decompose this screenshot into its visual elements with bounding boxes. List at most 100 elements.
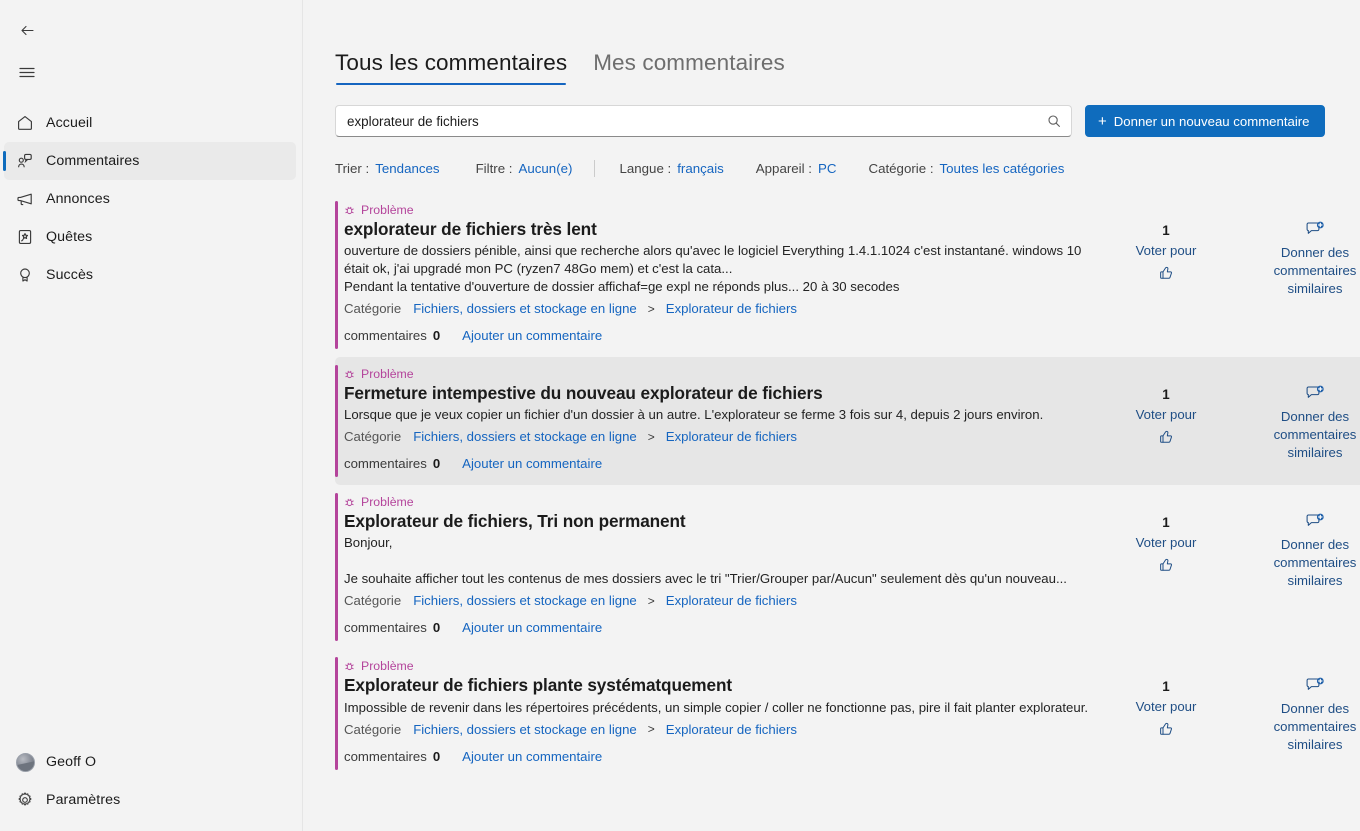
filter-sort: Trier : Tendances [335,161,440,176]
problem-accent-bar [335,201,338,350]
category-label: Catégorie [344,301,402,317]
vote-button[interactable]: 1 Voter pour [1113,385,1219,471]
feedback-card[interactable]: Problème Explorateur de fichiers plante … [335,649,1360,777]
feedback-card-actions: 1 Voter pour Donner des commentaires sim… [1095,203,1360,343]
comment-count-value: 0 [432,620,441,636]
tab-label: Mes commentaires [593,50,785,75]
category-primary-link[interactable]: Fichiers, dossiers et stockage en ligne [413,593,637,608]
filter-sort-value[interactable]: Tendances [375,161,439,176]
feedback-card[interactable]: Problème Explorateur de fichiers, Tri no… [335,485,1360,649]
vote-label: Voter pour [1135,699,1197,715]
similar-feedback-label: Donner des commentaires similaires [1273,537,1357,588]
category-primary-link[interactable]: Fichiers, dossiers et stockage en ligne [413,301,637,316]
add-comment-link[interactable]: Ajouter un commentaire [462,620,602,635]
new-feedback-button[interactable]: + Donner un nouveau commentaire [1085,105,1325,137]
filter-category-value[interactable]: Toutes les catégories [940,161,1065,176]
feedback-card[interactable]: Problème Fermeture intempestive du nouve… [335,357,1360,486]
vote-button[interactable]: 1 Voter pour [1113,221,1219,343]
sidebar-item-quetes[interactable]: Quêtes [4,218,296,256]
sidebar-item-commentaires[interactable]: Commentaires [3,142,296,180]
category-label: Catégorie [344,593,402,609]
comment-count: commentaires 0 [344,328,440,343]
back-button[interactable] [7,12,47,48]
feedback-card[interactable]: Problème explorateur de fichiers très le… [335,193,1360,357]
sidebar-item-accueil[interactable]: Accueil [4,104,296,142]
feedback-category-row: Catégorie Fichiers, dossiers et stockage… [344,429,1095,444]
menu-toggle-button[interactable] [7,54,47,90]
comment-count: commentaires 0 [344,456,440,471]
feedback-category-row: Catégorie Fichiers, dossiers et stockage… [344,301,1095,316]
feedback-card-actions: 1 Voter pour Donner des commentaires sim… [1095,659,1360,763]
vote-count: 1 [1162,515,1170,531]
category-primary-link[interactable]: Fichiers, dossiers et stockage en ligne [413,429,637,444]
feedback-category-row: Catégorie Fichiers, dossiers et stockage… [344,593,1095,608]
similar-feedback-button[interactable]: Donner des commentaires similaires [1259,385,1360,471]
add-comment-link[interactable]: Ajouter un commentaire [462,749,602,764]
bug-icon [344,661,355,672]
add-comment-link[interactable]: Ajouter un commentaire [462,456,602,471]
add-comment-link[interactable]: Ajouter un commentaire [462,328,602,343]
feedback-comments-row: commentaires 0 Ajouter un commentaire [344,749,1095,764]
comment-plus-icon [1305,385,1325,403]
sidebar-item-annonces[interactable]: Annonces [4,180,296,218]
filter-filter-label: Filtre : [475,161,513,176]
feedback-card-body: Problème Explorateur de fichiers, Tri no… [335,495,1095,635]
filter-filter-value[interactable]: Aucun(e) [519,161,573,176]
sidebar-item-succes[interactable]: Succès [4,256,296,294]
filter-language-value[interactable]: français [677,161,724,176]
new-feedback-label: Donner un nouveau commentaire [1113,113,1310,129]
comment-count-value: 0 [432,328,441,344]
sidebar-item-account[interactable]: Geoff O [4,743,296,781]
feedback-category-row: Catégorie Fichiers, dossiers et stockage… [344,722,1095,737]
achievement-badge-icon [16,266,46,284]
status-badge-label: Problème [361,203,414,217]
feedback-title[interactable]: Explorateur de fichiers, Tri non permane… [344,510,1095,533]
category-secondary-link[interactable]: Explorateur de fichiers [666,722,797,737]
search-box[interactable] [335,105,1072,137]
bug-icon [344,205,355,216]
category-secondary-link[interactable]: Explorateur de fichiers [666,429,797,444]
hamburger-icon [19,66,35,78]
filter-category-label: Catégorie : [868,161,934,176]
category-separator: > [647,429,655,444]
feedback-title[interactable]: explorateur de fichiers très lent [344,218,1095,241]
sidebar-item-parametres[interactable]: Paramètres [4,781,296,819]
category-secondary-link[interactable]: Explorateur de fichiers [666,593,797,608]
feedback-description: ouverture de dossiers pénible, ainsi que… [344,243,1082,295]
comment-count: commentaires 0 [344,749,440,764]
vote-label: Voter pour [1135,407,1197,423]
feedback-description: Impossible de revenir dans les répertoir… [344,699,1089,715]
status-badge: Problème [344,659,1095,673]
similar-feedback-button[interactable]: Donner des commentaires similaires [1259,677,1360,763]
sidebar-item-label: Quêtes [46,229,93,245]
vote-button[interactable]: 1 Voter pour [1113,677,1219,763]
status-badge-label: Problème [361,367,414,382]
sidebar-nav: Accueil Commentaires Annonces Quêtes Suc… [0,104,302,294]
sidebar-item-label: Accueil [46,115,93,131]
feedback-title[interactable]: Explorateur de fichiers plante systématq… [344,674,1095,697]
feedback-title[interactable]: Fermeture intempestive du nouveau explor… [344,382,1095,405]
category-primary-link[interactable]: Fichiers, dossiers et stockage en ligne [413,722,637,737]
feedback-comments-row: commentaires 0 Ajouter un commentaire [344,328,1095,343]
tab-tous-les-commentaires[interactable]: Tous les commentaires [335,50,567,85]
status-badge-label: Problème [361,495,414,510]
feedback-card-actions: 1 Voter pour Donner des commentaires sim… [1095,367,1360,471]
sidebar-bottom: Geoff O Paramètres [0,743,302,831]
filter-language: Langue : français [619,161,723,176]
feedback-card-body: Problème Fermeture intempestive du nouve… [335,367,1095,471]
home-icon [16,114,46,132]
tab-mes-commentaires[interactable]: Mes commentaires [593,50,785,85]
search-input[interactable] [347,113,1047,129]
filter-device-value[interactable]: PC [818,161,836,176]
app-root: Accueil Commentaires Annonces Quêtes Suc… [0,0,1360,831]
status-badge-label: Problème [361,659,414,674]
similar-feedback-label: Donner des commentaires similaires [1273,701,1357,752]
tab-label: Tous les commentaires [335,50,568,75]
vote-button[interactable]: 1 Voter pour [1113,513,1219,635]
similar-feedback-button[interactable]: Donner des commentaires similaires [1259,513,1360,635]
similar-feedback-button[interactable]: Donner des commentaires similaires [1259,221,1360,343]
category-secondary-link[interactable]: Explorateur de fichiers [666,301,797,316]
comment-plus-icon [1305,677,1325,695]
search-icon[interactable] [1047,114,1061,128]
status-badge: Problème [344,367,1095,381]
